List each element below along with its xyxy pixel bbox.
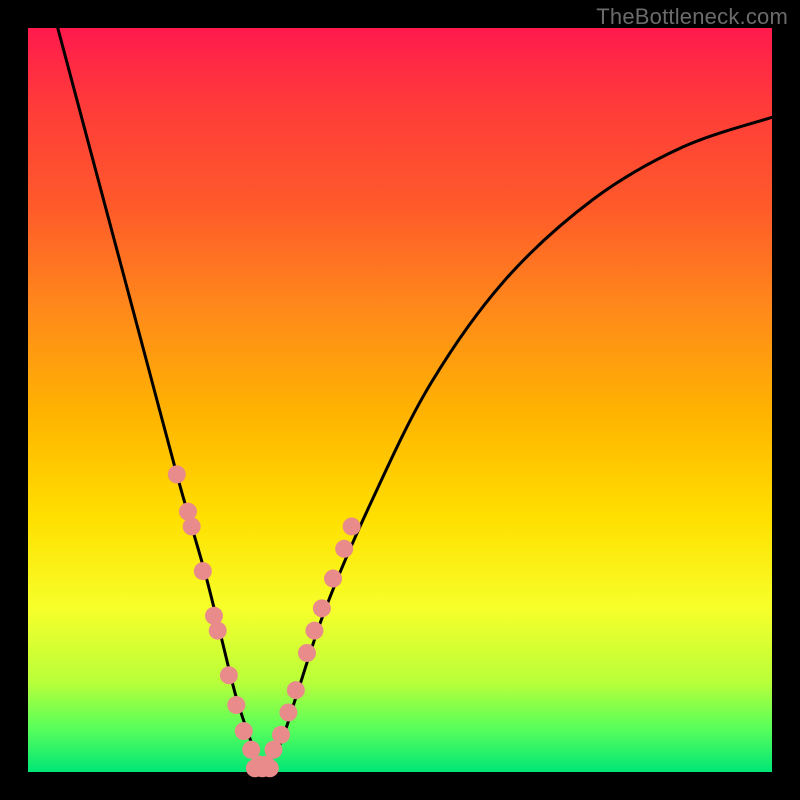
marker-dot [235,722,253,740]
curve-markers [168,465,361,777]
marker-dot [227,696,245,714]
marker-dot [343,517,361,535]
watermark-label: TheBottleneck.com [596,4,788,30]
chart-svg [28,28,772,772]
marker-dot [287,681,305,699]
marker-dot [335,540,353,558]
marker-dot [298,644,316,662]
plot-area [28,28,772,772]
marker-dot [261,759,279,777]
chart-frame: TheBottleneck.com [0,0,800,800]
marker-dot [313,599,331,617]
marker-dot [194,562,212,580]
marker-dot [305,622,323,640]
marker-dot [220,666,238,684]
marker-dot [168,465,186,483]
marker-dot [279,703,297,721]
series-bottleneck-curve [58,28,772,767]
marker-dot [209,622,227,640]
marker-dot [272,726,290,744]
marker-dot [183,517,201,535]
marker-dot [324,570,342,588]
curve-line [58,28,772,767]
